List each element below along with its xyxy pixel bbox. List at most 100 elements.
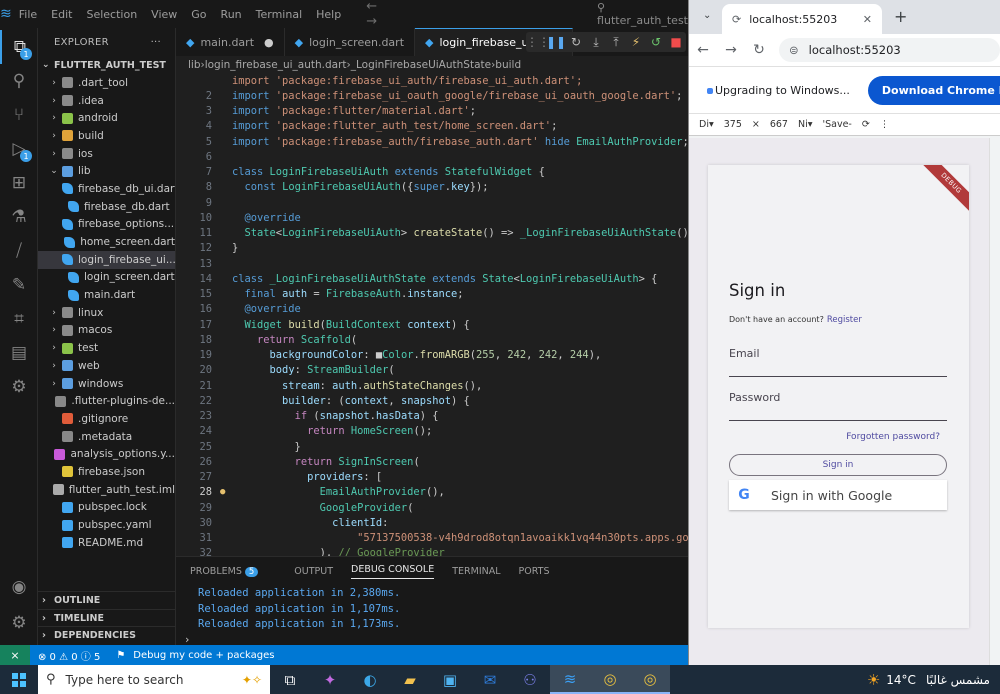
email-field[interactable]: Email xyxy=(729,347,947,377)
source-control-icon[interactable]: ⑂ xyxy=(0,98,38,132)
breadcrumb-item[interactable]: login_firebase_ui_auth.dart xyxy=(205,59,347,71)
extensions-icon[interactable]: ⊞ xyxy=(0,166,38,200)
file-item[interactable]: firebase_options.... xyxy=(38,216,175,234)
store-icon[interactable]: ▣ xyxy=(430,665,470,694)
project-root[interactable]: ⌄ FLUTTER_AUTH_TEST xyxy=(38,56,175,74)
panel-tab-output[interactable]: OUTPUT xyxy=(294,566,333,577)
panel-tab-problems[interactable]: PROBLEMS 5 xyxy=(190,566,276,577)
menu-go[interactable]: Go xyxy=(184,8,213,21)
google-sign-in-button[interactable]: G Sign in with Google xyxy=(729,480,947,510)
hot-restart-icon[interactable]: ↺ xyxy=(646,32,666,52)
vscode-icon[interactable]: ≋ xyxy=(550,665,590,694)
testing-icon[interactable]: ⚗ xyxy=(0,200,38,234)
weather-widget[interactable]: ☀ 14°C مشمس غالبًا xyxy=(867,671,990,689)
editor-tab[interactable]: ◆ main.dart ● xyxy=(176,28,285,56)
pause-icon[interactable]: ❚❚ xyxy=(546,32,566,52)
folder-item[interactable]: › macos xyxy=(38,322,175,340)
tab-search-icon[interactable]: ⌄ xyxy=(703,10,711,21)
file-item[interactable]: analysis_options.y... xyxy=(38,445,175,463)
teams-icon[interactable]: ⚇ xyxy=(510,665,550,694)
menu-terminal[interactable]: Terminal xyxy=(249,8,310,21)
search-icon[interactable]: ⚲ xyxy=(0,64,38,98)
panel-tab-terminal[interactable]: TERMINAL xyxy=(452,566,500,577)
folder-item[interactable]: › android xyxy=(38,109,175,127)
register-link[interactable]: Register xyxy=(827,315,862,325)
download-installer-button[interactable]: Download Chrome Installer xyxy=(867,75,1000,105)
folder-item[interactable]: › .idea xyxy=(38,92,175,110)
remote-icon[interactable]: ⌗ xyxy=(0,302,38,336)
flutter-icon[interactable]: ⧸ xyxy=(0,234,38,268)
folder-item[interactable]: › windows xyxy=(38,375,175,393)
back-icon[interactable]: ← xyxy=(689,42,717,58)
folder-item[interactable]: ⌄ lib xyxy=(38,162,175,180)
code-editor[interactable]: import 'package:firebase_ui_auth/firebas… xyxy=(176,73,688,556)
problems-status[interactable]: ⊗ 0 ⚠ 0 ⓘ 5 xyxy=(38,648,100,663)
menu-selection[interactable]: Selection xyxy=(79,8,144,21)
save-data-select[interactable]: 'Save- xyxy=(823,119,852,130)
task-view-icon[interactable]: ⧉ xyxy=(270,665,310,694)
menu-help[interactable]: Help xyxy=(309,8,348,21)
forgot-password-link[interactable]: Forgotten password? xyxy=(846,432,940,442)
close-tab-icon[interactable]: ✕ xyxy=(863,13,872,26)
more-actions-icon[interactable]: ··· xyxy=(151,37,161,48)
file-item[interactable]: main.dart xyxy=(38,286,175,304)
start-button[interactable] xyxy=(0,665,38,694)
step-over-icon[interactable]: ⤓ xyxy=(586,32,606,52)
file-item[interactable]: firebase_db_ui.dart xyxy=(38,180,175,198)
site-info-icon[interactable]: ⊜ xyxy=(789,43,799,57)
restart-icon[interactable]: ↻ xyxy=(566,32,586,52)
file-item[interactable]: .gitignore xyxy=(38,410,175,428)
browser-tab[interactable]: ⟳ localhost:55203 ✕ xyxy=(722,4,882,34)
menu-edit[interactable]: Edit xyxy=(44,8,79,21)
forward-icon[interactable]: → xyxy=(717,42,745,58)
file-item[interactable]: firebase_db.dart xyxy=(38,198,175,216)
folder-item[interactable]: › .dart_tool xyxy=(38,74,175,92)
file-item[interactable]: login_firebase_ui... xyxy=(38,250,175,269)
file-item[interactable]: pubspec.yaml xyxy=(38,516,175,534)
taskbar-search[interactable]: ⚲ Type here to search ✦✧ xyxy=(38,665,270,694)
chrome-icon[interactable]: ◎ xyxy=(590,665,630,694)
panel-tab-ports[interactable]: PORTS xyxy=(519,566,550,577)
file-item[interactable]: .metadata xyxy=(38,428,175,446)
editor-tab[interactable]: ◆ login_screen.dart xyxy=(285,28,416,56)
file-explorer-icon[interactable]: ▰ xyxy=(390,665,430,694)
step-out-icon[interactable]: ⤒ xyxy=(606,32,626,52)
file-item[interactable]: pubspec.lock xyxy=(38,499,175,517)
rotate-icon[interactable]: ⟳ xyxy=(862,119,870,130)
nav-arrows[interactable]: ← → xyxy=(366,0,397,29)
width-input[interactable]: 375 xyxy=(724,119,742,130)
manage-gear-icon[interactable]: ⚙ xyxy=(0,606,38,640)
folder-item[interactable]: › linux xyxy=(38,304,175,322)
outlook-icon[interactable]: ✉ xyxy=(470,665,510,694)
sign-in-button[interactable]: Sign in xyxy=(729,454,947,476)
menu-view[interactable]: View xyxy=(144,8,184,21)
command-center-search[interactable]: ⚲ flutter_auth_test xyxy=(597,1,688,27)
breadcrumb-item[interactable]: lib xyxy=(188,59,201,71)
lightbulb-icon[interactable]: ● xyxy=(220,487,232,497)
folder-item[interactable]: › test xyxy=(38,339,175,357)
panel-tab-debug-console[interactable]: DEBUG CONSOLE xyxy=(351,564,435,579)
height-input[interactable]: 667 xyxy=(770,119,788,130)
address-bar[interactable]: ⊜ localhost:55203 xyxy=(779,38,1000,62)
pen-icon[interactable]: ✎ xyxy=(0,268,38,302)
folder-item[interactable]: › build xyxy=(38,127,175,145)
debug-status-text[interactable]: Debug my code + packages xyxy=(133,650,274,661)
browser-icon[interactable]: ▤ xyxy=(0,336,38,370)
breadcrumb-item[interactable]: _LoginFirebaseUiAuthState xyxy=(351,59,491,71)
drag-handle-icon[interactable]: ⋮⋮ xyxy=(526,32,550,52)
file-item[interactable]: firebase.json xyxy=(38,463,175,481)
section-timeline[interactable]: › TIMELINE xyxy=(38,608,176,627)
folder-item[interactable]: › web xyxy=(38,357,175,375)
reload-icon[interactable]: ↻ xyxy=(745,42,773,58)
python-icon[interactable]: ⚙ xyxy=(0,370,38,404)
section-dependencies[interactable]: › DEPENDENCIES xyxy=(38,626,176,644)
menu-run[interactable]: Run xyxy=(214,8,249,21)
file-item[interactable]: login_screen.dart xyxy=(38,269,175,287)
hot-reload-icon[interactable]: ⚡ xyxy=(626,32,646,52)
file-item[interactable]: .flutter-plugins-de... xyxy=(38,392,175,410)
password-field[interactable]: Password xyxy=(729,391,947,421)
stop-icon[interactable]: ■ xyxy=(666,32,686,52)
network-throttle-select[interactable]: Ni▾ xyxy=(798,119,813,130)
section-outline[interactable]: › OUTLINE xyxy=(38,591,176,609)
more-options-icon[interactable]: ⋮ xyxy=(880,119,890,130)
